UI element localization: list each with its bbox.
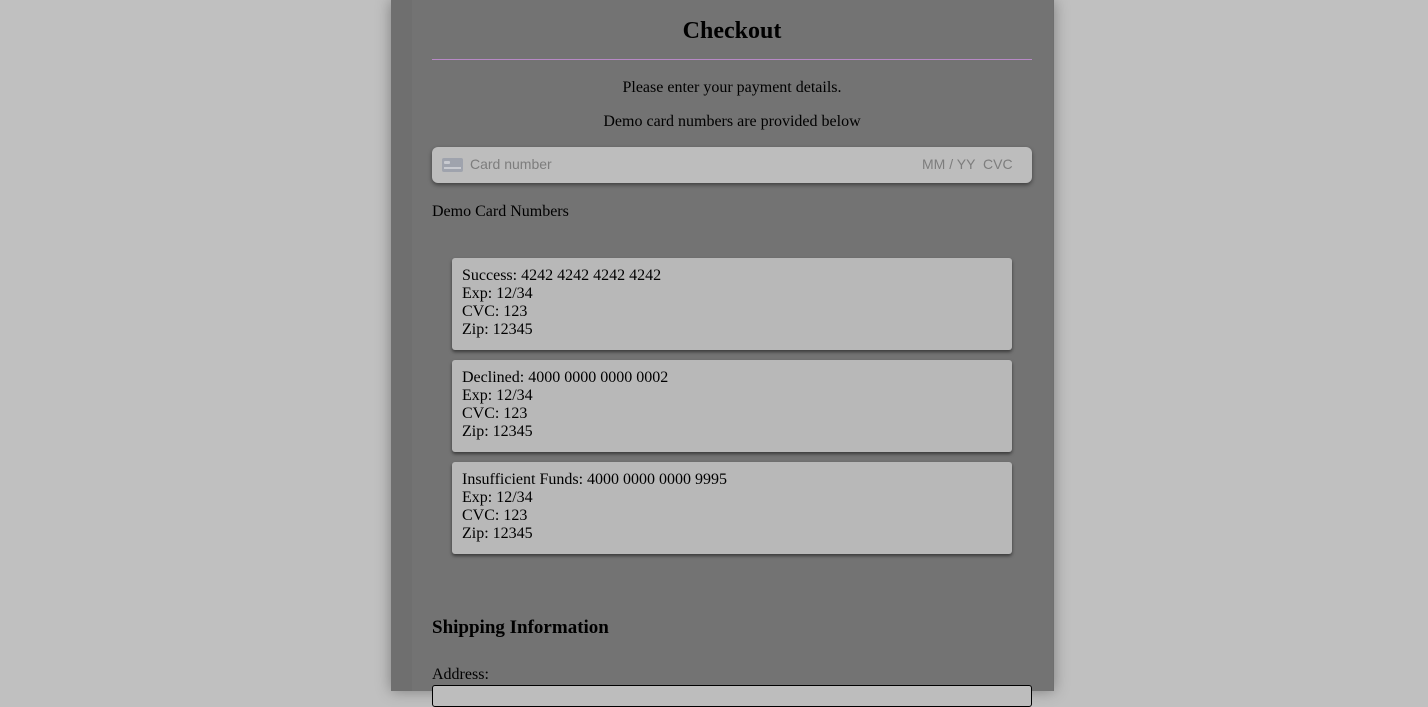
demo-card-insufficient-funds: Insufficient Funds: 4000 0000 0000 9995 … [452,462,1012,554]
demo-card-expiry: Exp: 12/34 [462,489,533,506]
demo-card-number: Success: 4242 4242 4242 4242 [462,267,662,284]
demo-card-cvc: CVC: 123 [462,405,528,422]
demo-card-number: Declined: 4000 0000 0000 0002 [462,369,669,386]
demo-card-cvc: CVC: 123 [462,507,528,524]
payment-instructions: Please enter your payment details. [622,79,842,96]
demo-card-success: Success: 4242 4242 4242 4242 Exp: 12/34 … [452,258,1012,350]
title-divider [432,59,1032,60]
demo-note: Demo card numbers are provided below [603,113,861,130]
demo-card-cvc: CVC: 123 [462,303,528,320]
shipping-heading: Shipping Information [432,617,609,638]
demo-card-expiry: Exp: 12/34 [462,387,533,404]
demo-card-expiry: Exp: 12/34 [462,285,533,302]
demo-card-number: Insufficient Funds: 4000 0000 0000 9995 [462,471,728,488]
demo-card-zip: Zip: 12345 [462,423,533,440]
card-element-input[interactable]: Card number MM / YY CVC [432,147,1032,183]
page-title: Checkout [682,18,782,44]
demo-card-zip: Zip: 12345 [462,525,533,542]
demo-cards-heading: Demo Card Numbers [432,203,569,220]
cvc-field[interactable]: CVC [983,156,1013,172]
demo-card-declined: Declined: 4000 0000 0000 0002 Exp: 12/34… [452,360,1012,452]
card-number-field[interactable]: Card number [470,156,552,172]
expiry-field[interactable]: MM / YY [922,156,975,172]
address-input[interactable] [432,685,1032,707]
credit-card-icon [442,158,463,172]
address-label: Address: [432,666,489,683]
checkout-form: Checkout Please enter your payment detai… [432,0,1032,707]
demo-card-zip: Zip: 12345 [462,321,533,338]
